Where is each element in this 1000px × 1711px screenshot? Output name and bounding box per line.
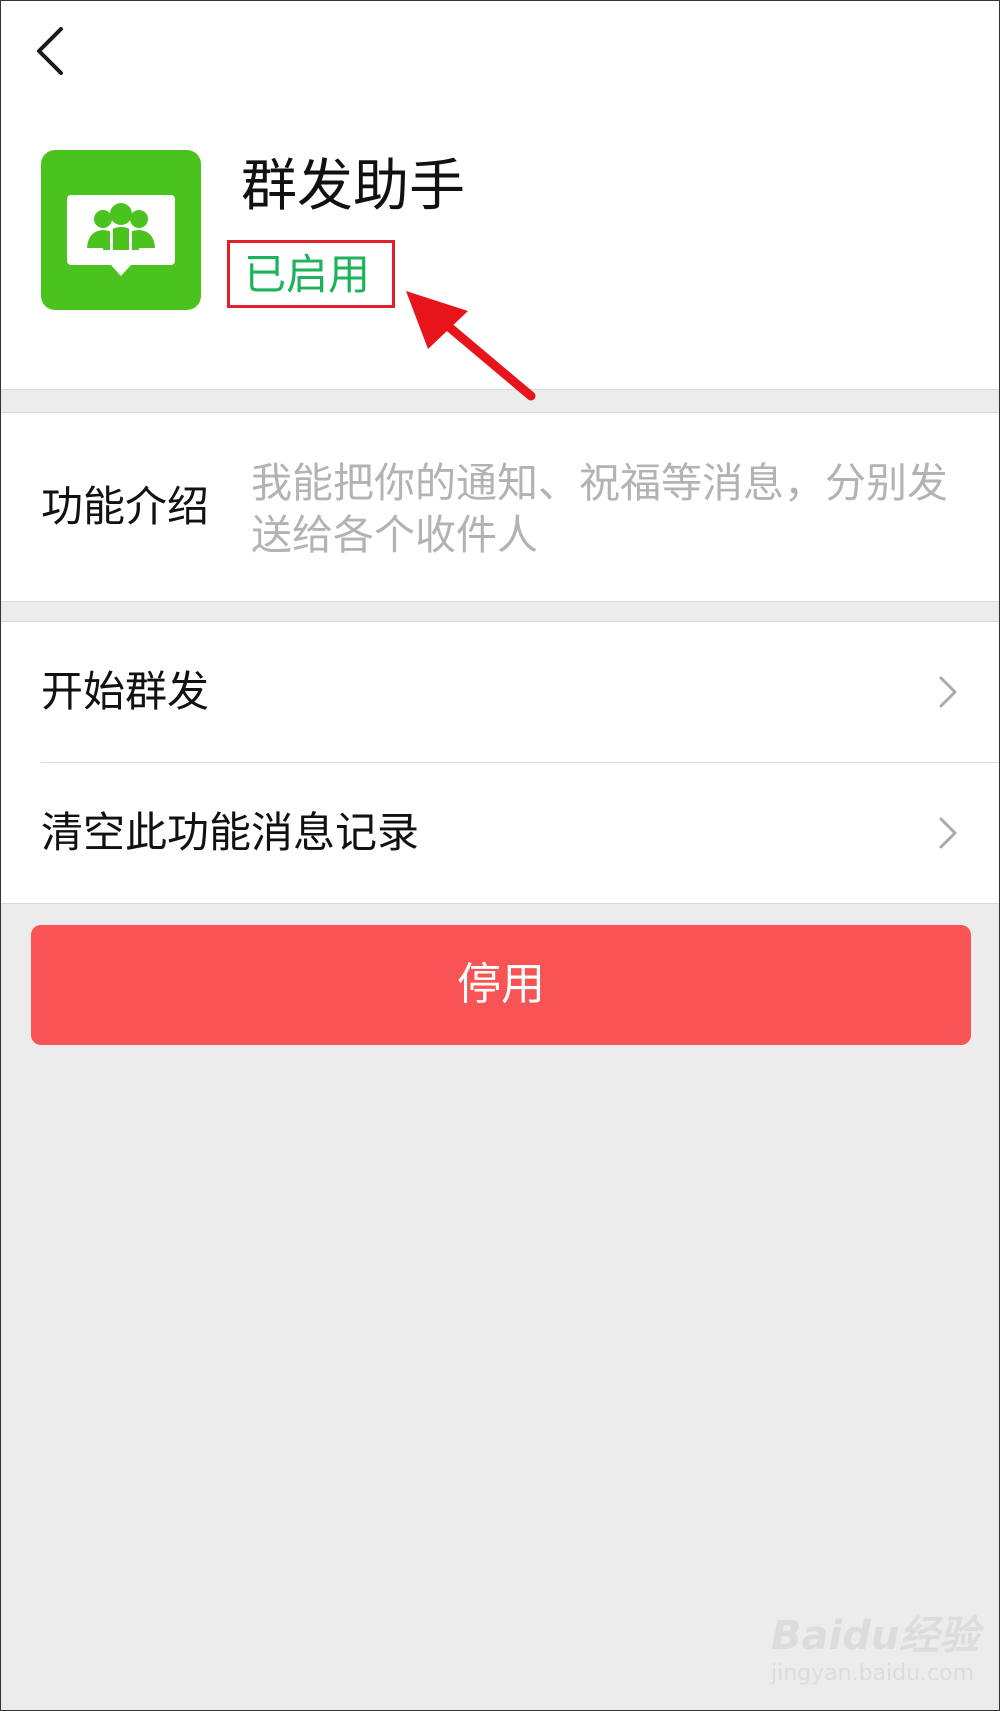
watermark-brand: Baidu经验 [771,1613,980,1659]
page-title: 群发助手 [241,154,465,219]
group-message-icon [41,150,201,310]
action-list: 开始群发 清空此功能消息记录 [1,621,999,904]
status-badge: 已启用 [244,250,371,299]
chevron-right-icon [939,817,957,849]
annotation-arrow-icon [406,291,536,401]
menu-item-label: 清空此功能消息记录 [41,808,420,857]
plugin-header: 群发助手 已启用 [1,1,999,401]
disable-button-label: 停用 [457,959,545,1010]
feature-intro-section: 功能介绍 我能把你的通知、祝福等消息，分别发送给各个收件人 [1,412,999,602]
intro-description: 我能把你的通知、祝福等消息，分别发送给各个收件人 [251,459,948,559]
watermark-url: jingyan.baidu.com [771,1661,975,1686]
screen: 群发助手 已启用 功能介绍 我能把你的通知、祝福等消息，分别发送给各个收件人 开… [0,0,1000,1711]
disable-button[interactable]: 停用 [31,925,971,1045]
status-highlight-box: 已启用 [227,240,395,308]
back-button[interactable] [29,21,75,81]
start-broadcast-item[interactable]: 开始群发 [1,622,999,763]
intro-label: 功能介绍 [41,482,210,531]
clear-history-item[interactable]: 清空此功能消息记录 [1,763,999,903]
menu-item-label: 开始群发 [41,667,210,716]
chevron-left-icon [37,27,63,75]
watermark: Baidu经验 jingyan.baidu.com [771,1606,979,1696]
chevron-right-icon [939,676,957,708]
